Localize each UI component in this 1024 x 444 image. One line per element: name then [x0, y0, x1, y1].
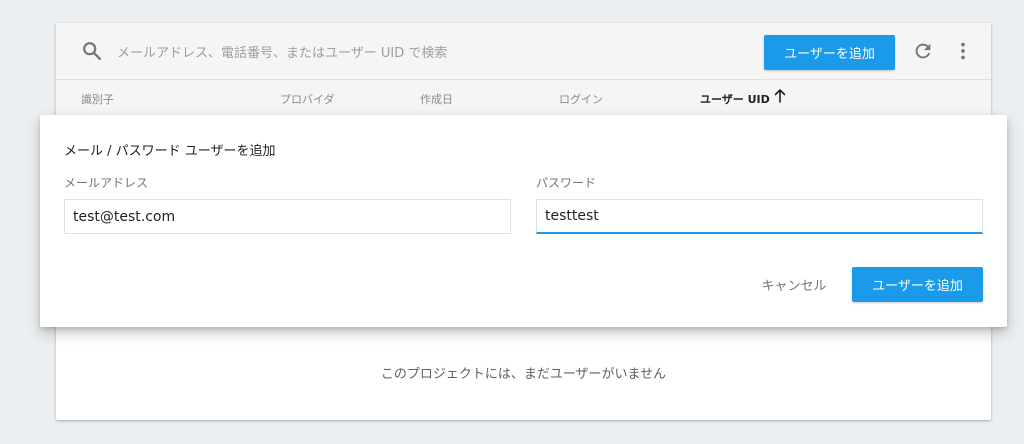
search-input[interactable]: メールアドレス、電話番号、またはユーザー UID で検索: [117, 42, 447, 61]
password-field[interactable]: testtest: [536, 199, 983, 234]
password-label: パスワード: [536, 176, 597, 190]
email-field[interactable]: test@test.com: [64, 199, 511, 234]
more-vert-icon[interactable]: [952, 40, 974, 62]
users-table-header: 識別子 プロバイダ 作成日 ログイン ユーザー UID: [56, 80, 991, 115]
column-header-provider[interactable]: プロバイダ: [280, 91, 335, 107]
sort-arrow-up-icon[interactable]: [774, 89, 786, 103]
dialog-title: メール / パスワード ユーザーを追加: [64, 144, 276, 159]
empty-state-message: このプロジェクトには、まだユーザーがいません: [380, 367, 667, 382]
add-user-dialog: メール / パスワード ユーザーを追加 メールアドレス test@test.co…: [40, 115, 1007, 327]
users-toolbar: メールアドレス、電話番号、またはユーザー UID で検索 ユーザーを追加: [56, 23, 991, 80]
search-icon[interactable]: [81, 40, 103, 62]
cancel-button[interactable]: キャンセル: [748, 267, 840, 302]
column-header-signed-in[interactable]: ログイン: [559, 91, 603, 107]
email-label: メールアドレス: [64, 176, 149, 190]
column-header-identifier[interactable]: 識別子: [81, 91, 114, 107]
submit-add-user-button[interactable]: ユーザーを追加: [852, 267, 983, 302]
column-header-created[interactable]: 作成日: [420, 91, 453, 107]
add-user-button[interactable]: ユーザーを追加: [764, 35, 895, 70]
column-header-user-uid[interactable]: ユーザー UID: [700, 91, 770, 107]
refresh-icon[interactable]: [912, 40, 934, 62]
